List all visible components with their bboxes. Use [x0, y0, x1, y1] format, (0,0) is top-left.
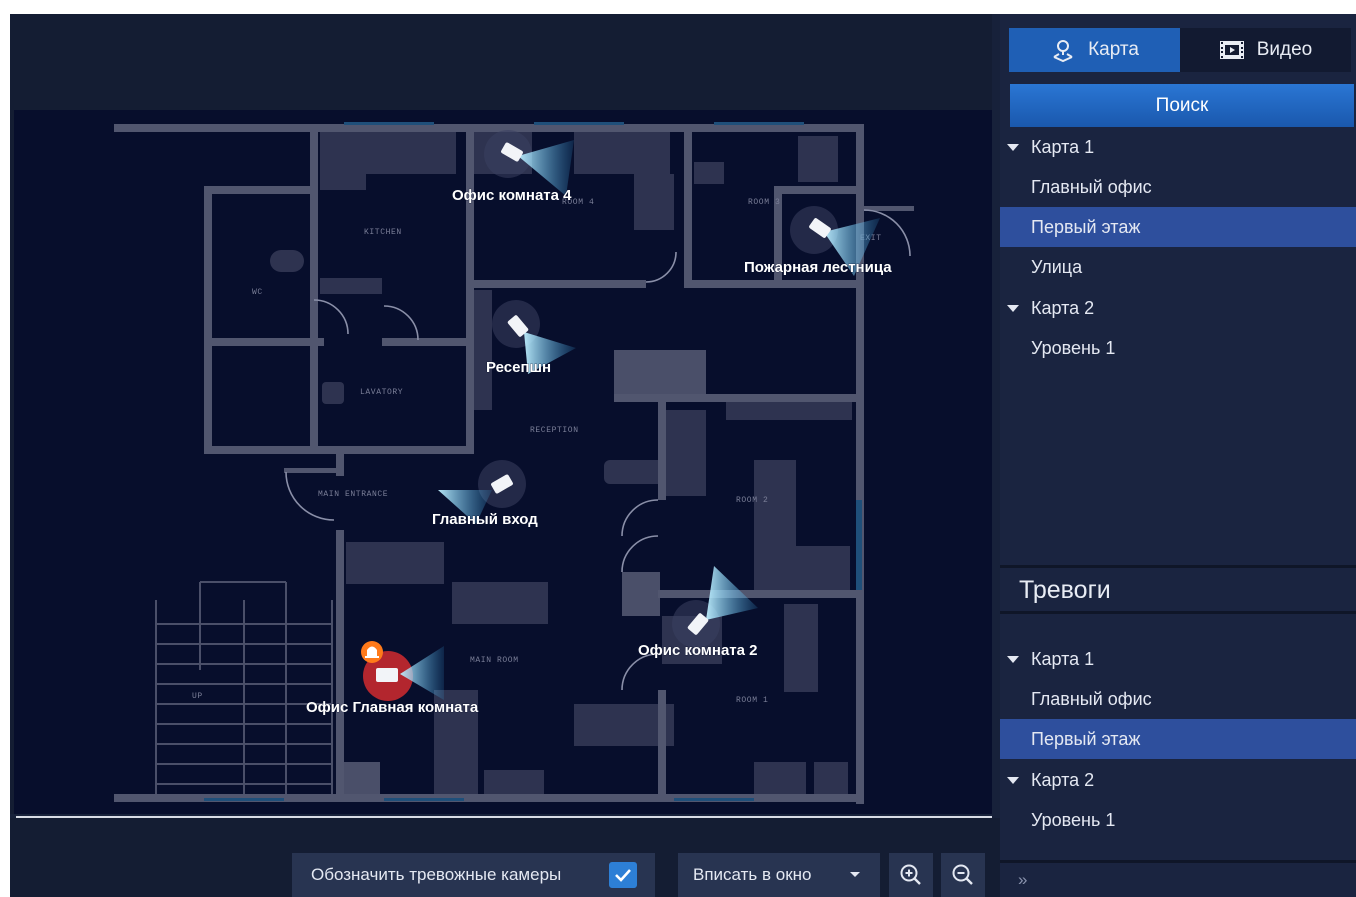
camera-office-main-room-alarm[interactable]	[361, 641, 444, 701]
camera-label: Пожарная лестница	[744, 259, 892, 276]
camera-label: Офис комната 2	[638, 642, 758, 659]
chevron-down-icon	[850, 872, 860, 877]
mark-alarm-cameras-checkbox[interactable]	[609, 862, 637, 888]
alarm-tree-item-level-1[interactable]: Уровень 1	[1000, 800, 1356, 840]
tree-item-main-office[interactable]: Главный офис	[1000, 167, 1356, 207]
stairs	[155, 581, 333, 794]
zoom-in-icon	[900, 864, 921, 885]
view-tabs: Карта Видео	[1009, 28, 1351, 72]
tree-item-label: Карта 2	[1031, 297, 1095, 318]
tab-video-label: Видео	[1256, 39, 1313, 60]
room-label-main-room: MAIN ROOM	[470, 656, 519, 665]
map-panel: KITCHEN WC LAVATORY RECEPTION MAIN ENTRA…	[10, 14, 992, 818]
fit-to-window-label: Вписать в окно	[693, 865, 812, 884]
room-label-room2: ROOM 2	[736, 496, 768, 505]
tab-video[interactable]: Видео	[1180, 28, 1351, 72]
map-viewer-app: KITCHEN WC LAVATORY RECEPTION MAIN ENTRA…	[10, 14, 1356, 897]
mark-alarm-cameras-label: Обозначить тревожные камеры	[311, 865, 562, 884]
tree-item-label: Первый этаж	[1031, 728, 1141, 749]
tree-item-label: Уровень 1	[1031, 337, 1116, 358]
room-label-wc: WC	[252, 288, 263, 297]
alarm-tree-item-main-office[interactable]: Главный офис	[1000, 679, 1356, 719]
tree-item-label: Первый этаж	[1031, 216, 1141, 237]
floor-plan-drawing: KITCHEN WC LAVATORY RECEPTION MAIN ENTRA…	[114, 122, 914, 804]
room-label-main-entrance: MAIN ENTRANCE	[318, 490, 388, 499]
fit-to-window-dropdown[interactable]: Вписать в окно	[678, 853, 880, 897]
tab-map-label: Карта	[1088, 39, 1139, 60]
tab-map[interactable]: Карта	[1009, 28, 1180, 72]
camera-icon	[376, 668, 398, 682]
alarms-tree: Карта 1 Главный офис Первый этаж Карта 2…	[1000, 639, 1356, 859]
tree-item-street[interactable]: Улица	[1000, 247, 1356, 287]
tree-item-label: Улица	[1031, 256, 1083, 277]
checkmark-icon	[615, 869, 631, 882]
alarm-tree-item-map-2[interactable]: Карта 2	[1000, 760, 1356, 800]
alarm-tree-item-map-1[interactable]: Карта 1	[1000, 639, 1356, 679]
camera-label: Офис Главная комната	[306, 699, 479, 716]
tree-item-map-1[interactable]: Карта 1	[1000, 127, 1356, 167]
search-button-label: Поиск	[1155, 94, 1209, 116]
tree-item-label: Главный офис	[1031, 688, 1152, 709]
alarm-tree-item-first-floor[interactable]: Первый этаж	[1000, 719, 1356, 759]
camera-label: Ресепшн	[486, 359, 551, 376]
room-label-room1: ROOM 1	[736, 696, 768, 705]
camera-office-room-2[interactable]	[672, 566, 758, 648]
tree-item-label: Карта 2	[1031, 769, 1095, 790]
caret-down-icon	[1007, 305, 1019, 312]
film-icon	[1219, 39, 1245, 61]
room-label-reception: RECEPTION	[530, 426, 579, 435]
zoom-out-button[interactable]	[941, 853, 985, 897]
room-label-room3: ROOM 3	[748, 198, 780, 207]
maps-tree: Карта 1 Главный офис Первый этаж Улица К…	[1000, 127, 1356, 567]
room-label-kitchen: KITCHEN	[364, 228, 402, 237]
tree-item-label: Главный офис	[1031, 176, 1152, 197]
tree-item-map-2[interactable]: Карта 2	[1000, 288, 1356, 328]
camera-label: Главный вход	[432, 511, 538, 528]
map-toolbar: Обозначить тревожные камеры Вписать в ок…	[10, 818, 1000, 897]
caret-down-icon	[1007, 777, 1019, 784]
right-panel: Карта Видео Поиск Карта 1 Главный офис П…	[1000, 14, 1356, 897]
expand-panel-icon[interactable]: »	[1018, 870, 1027, 890]
floor-plan-map[interactable]: KITCHEN WC LAVATORY RECEPTION MAIN ENTRA…	[14, 110, 992, 814]
map-pin-icon	[1050, 37, 1076, 63]
search-button[interactable]: Поиск	[1010, 84, 1354, 127]
room-label-up: UP	[192, 692, 203, 701]
panel-divider	[1000, 611, 1356, 614]
room-label-lavatory: LAVATORY	[360, 388, 403, 397]
panel-divider	[1000, 565, 1356, 568]
caret-down-icon	[1007, 144, 1019, 151]
panel-divider	[1000, 860, 1356, 863]
tree-item-label: Карта 1	[1031, 648, 1095, 669]
tree-item-label: Карта 1	[1031, 136, 1095, 157]
alarms-section-title: Тревоги	[1019, 575, 1111, 604]
tree-item-label: Уровень 1	[1031, 809, 1116, 830]
mark-alarm-cameras-toggle[interactable]: Обозначить тревожные камеры	[292, 853, 655, 897]
caret-down-icon	[1007, 656, 1019, 663]
camera-label: Офис комната 4	[452, 187, 572, 204]
zoom-out-icon	[952, 864, 973, 885]
tree-item-first-floor[interactable]: Первый этаж	[1000, 207, 1356, 247]
zoom-in-button[interactable]	[889, 853, 933, 897]
tree-item-level-1[interactable]: Уровень 1	[1000, 328, 1356, 368]
